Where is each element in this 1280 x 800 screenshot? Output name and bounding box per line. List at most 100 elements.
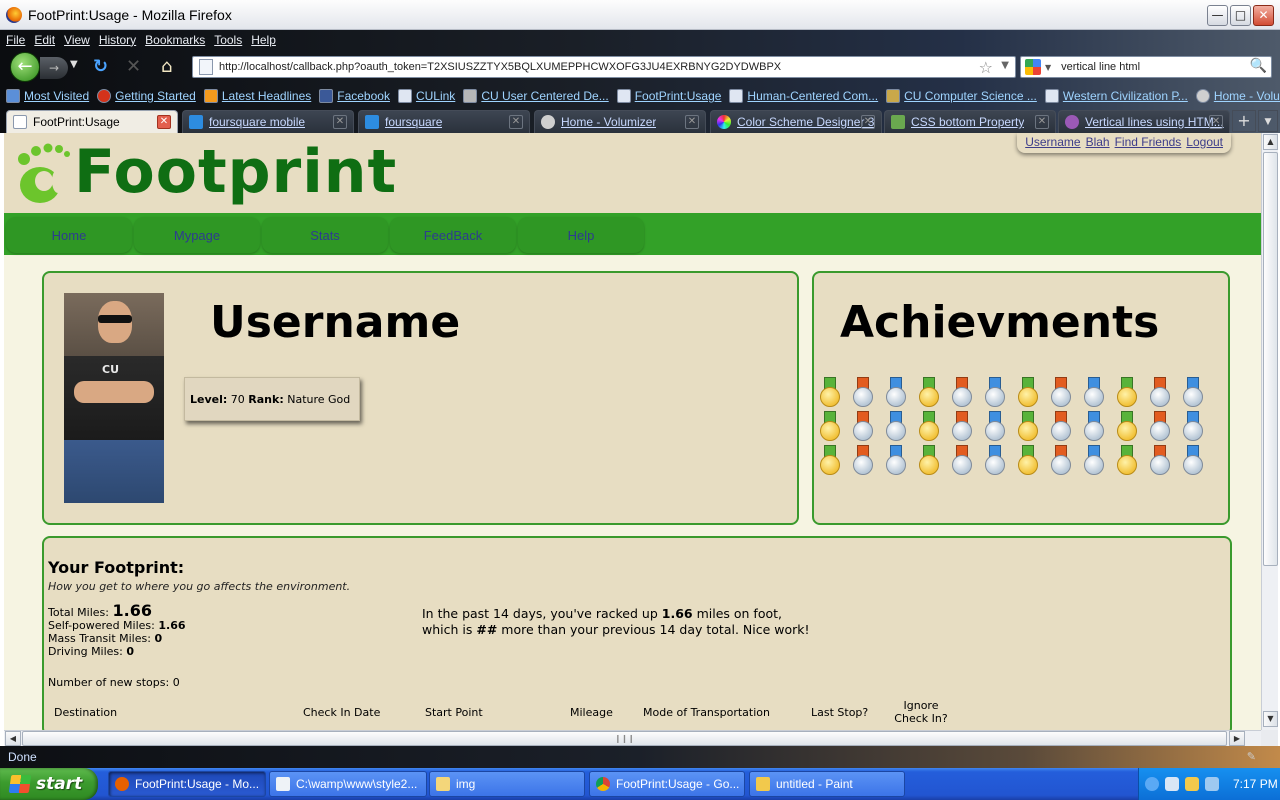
home-icon[interactable]: ⌂ xyxy=(161,56,172,77)
tab-footprint-usage[interactable]: FootPrint:Usage ✕ xyxy=(6,110,178,133)
menu-history[interactable]: History xyxy=(99,33,136,47)
find-friends-link[interactable]: Find Friends xyxy=(1115,135,1182,151)
tab-close-icon[interactable]: ✕ xyxy=(333,115,347,129)
achievement-medal-icon[interactable] xyxy=(952,377,972,409)
task-firefox[interactable]: FootPrint:Usage - Mo... xyxy=(108,771,266,797)
bookmark-footprint-usage[interactable]: FootPrint:Usage xyxy=(616,89,721,103)
task-chrome[interactable]: FootPrint:Usage - Go... xyxy=(589,771,745,797)
column-mileage[interactable]: Mileage xyxy=(570,706,613,719)
nav-mypage[interactable]: Mypage xyxy=(134,217,260,253)
horizontal-scroll-thumb[interactable]: ❙❙❙ xyxy=(22,731,1227,746)
column-last-stop[interactable]: Last Stop? xyxy=(811,706,868,719)
achievement-medal-icon[interactable] xyxy=(985,377,1005,409)
task-paint[interactable]: untitled - Paint xyxy=(749,771,905,797)
scroll-down-icon[interactable]: ▼ xyxy=(1263,711,1278,727)
menu-view[interactable]: View xyxy=(64,33,90,47)
address-bar[interactable]: http://localhost/callback.php?oauth_toke… xyxy=(192,56,1016,78)
tray-expand-icon[interactable] xyxy=(1145,777,1159,791)
menu-bookmarks[interactable]: Bookmarks xyxy=(145,33,205,47)
maximize-button[interactable]: □ xyxy=(1230,5,1251,26)
achievement-medal-icon[interactable] xyxy=(1117,377,1137,409)
bookmark-culink[interactable]: CULink xyxy=(397,89,455,103)
search-input[interactable]: vertical line html xyxy=(1061,61,1140,73)
reload-icon[interactable]: ↻ xyxy=(93,56,108,77)
achievement-medal-icon[interactable] xyxy=(919,445,939,477)
achievement-medal-icon[interactable] xyxy=(1018,445,1038,477)
bookmark-latest-headlines[interactable]: Latest Headlines xyxy=(203,89,311,103)
vertical-scrollbar[interactable]: ▲ ▼ xyxy=(1261,133,1278,730)
scroll-left-icon[interactable]: ◀ xyxy=(5,731,21,746)
address-input[interactable]: http://localhost/callback.php?oauth_toke… xyxy=(219,61,781,73)
achievement-medal-icon[interactable] xyxy=(820,445,840,477)
start-button[interactable]: start xyxy=(0,768,98,800)
tab-close-icon[interactable]: ✕ xyxy=(1035,115,1049,129)
search-engine-dropdown-icon[interactable]: ▼ xyxy=(1045,63,1051,72)
task-notepad[interactable]: C:\wamp\www\style2... xyxy=(269,771,427,797)
blah-link[interactable]: Blah xyxy=(1086,135,1110,151)
tab-color-scheme-designer[interactable]: Color Scheme Designer 3 ✕ xyxy=(710,110,882,133)
bookmark-most-visited[interactable]: Most Visited xyxy=(6,89,89,103)
column-ignore-check-in[interactable]: Ignore Check In? xyxy=(888,699,954,725)
achievement-medal-icon[interactable] xyxy=(1117,445,1137,477)
achievement-medal-icon[interactable] xyxy=(1018,377,1038,409)
achievement-medal-icon[interactable] xyxy=(820,377,840,409)
bookmark-cu-computer-science[interactable]: CU Computer Science ... xyxy=(886,89,1037,103)
achievement-medal-icon[interactable] xyxy=(1018,411,1038,443)
achievement-medal-icon[interactable] xyxy=(1150,377,1170,409)
achievement-medal-icon[interactable] xyxy=(1051,411,1071,443)
tab-vertical-lines[interactable]: Vertical lines using HTM... ✕ xyxy=(1058,110,1230,133)
achievement-medal-icon[interactable] xyxy=(985,411,1005,443)
stop-icon[interactable]: ✕ xyxy=(126,56,141,77)
minimize-button[interactable]: — xyxy=(1207,5,1228,26)
nav-stats[interactable]: Stats xyxy=(262,217,388,253)
achievement-medal-icon[interactable] xyxy=(886,377,906,409)
achievement-medal-icon[interactable] xyxy=(853,411,873,443)
vertical-scroll-thumb[interactable] xyxy=(1263,152,1278,566)
achievement-medal-icon[interactable] xyxy=(1084,411,1104,443)
achievement-medal-icon[interactable] xyxy=(952,445,972,477)
scroll-right-icon[interactable]: ▶ xyxy=(1229,731,1245,746)
nav-home[interactable]: Home xyxy=(6,217,132,253)
close-window-button[interactable]: ✕ xyxy=(1253,5,1274,26)
achievement-medal-icon[interactable] xyxy=(985,445,1005,477)
new-tab-button[interactable]: + xyxy=(1232,110,1256,132)
achievement-medal-icon[interactable] xyxy=(853,445,873,477)
bookmark-facebook[interactable]: Facebook xyxy=(319,89,390,103)
column-check-in-date[interactable]: Check In Date xyxy=(303,706,380,719)
achievement-medal-icon[interactable] xyxy=(1183,445,1203,477)
menu-edit[interactable]: Edit xyxy=(34,33,55,47)
achievement-medal-icon[interactable] xyxy=(1084,445,1104,477)
column-mode-of-transportation[interactable]: Mode of Transportation xyxy=(643,706,770,719)
network-icon[interactable] xyxy=(1165,777,1179,791)
menu-help[interactable]: Help xyxy=(251,33,276,47)
tab-css-bottom-property[interactable]: CSS bottom Property ✕ xyxy=(884,110,1056,133)
tab-list-button[interactable]: ▼ xyxy=(1258,110,1278,132)
achievement-medal-icon[interactable] xyxy=(1051,377,1071,409)
bookmark-star-icon[interactable]: ☆ xyxy=(979,58,993,77)
tab-close-icon[interactable]: ✕ xyxy=(509,115,523,129)
search-icon[interactable]: 🔍 xyxy=(1250,58,1267,74)
nav-feedback[interactable]: FeedBack xyxy=(390,217,516,253)
horizontal-scrollbar[interactable]: ◀ ❙❙❙ ▶ xyxy=(4,730,1261,746)
achievement-medal-icon[interactable] xyxy=(952,411,972,443)
scroll-up-icon[interactable]: ▲ xyxy=(1263,134,1278,150)
achievement-medal-icon[interactable] xyxy=(1051,445,1071,477)
tab-home-volumizer[interactable]: Home - Volumizer ✕ xyxy=(534,110,706,133)
achievement-medal-icon[interactable] xyxy=(1150,411,1170,443)
menu-tools[interactable]: Tools xyxy=(214,33,242,47)
bookmark-getting-started[interactable]: Getting Started xyxy=(97,89,196,103)
achievement-medal-icon[interactable] xyxy=(820,411,840,443)
logout-link[interactable]: Logout xyxy=(1186,135,1223,151)
bookmark-cu-user-centered[interactable]: CU User Centered De... xyxy=(463,89,609,103)
tab-close-icon[interactable]: ✕ xyxy=(685,115,699,129)
bookmark-western-civilization[interactable]: Western Civilization P... xyxy=(1044,89,1188,103)
bookmark-human-centered[interactable]: Human-Centered Com... xyxy=(729,89,878,103)
google-icon[interactable] xyxy=(1025,59,1041,75)
achievement-medal-icon[interactable] xyxy=(919,411,939,443)
monitor-icon[interactable] xyxy=(1205,777,1219,791)
history-dropdown-icon[interactable]: ▼ xyxy=(70,59,78,70)
achievement-medal-icon[interactable] xyxy=(1117,411,1137,443)
username-link[interactable]: Username xyxy=(1025,135,1080,151)
bookmark-home-volumizer[interactable]: Home - Volumizer xyxy=(1195,89,1280,103)
url-dropdown-icon[interactable]: ▼ xyxy=(1001,60,1009,71)
